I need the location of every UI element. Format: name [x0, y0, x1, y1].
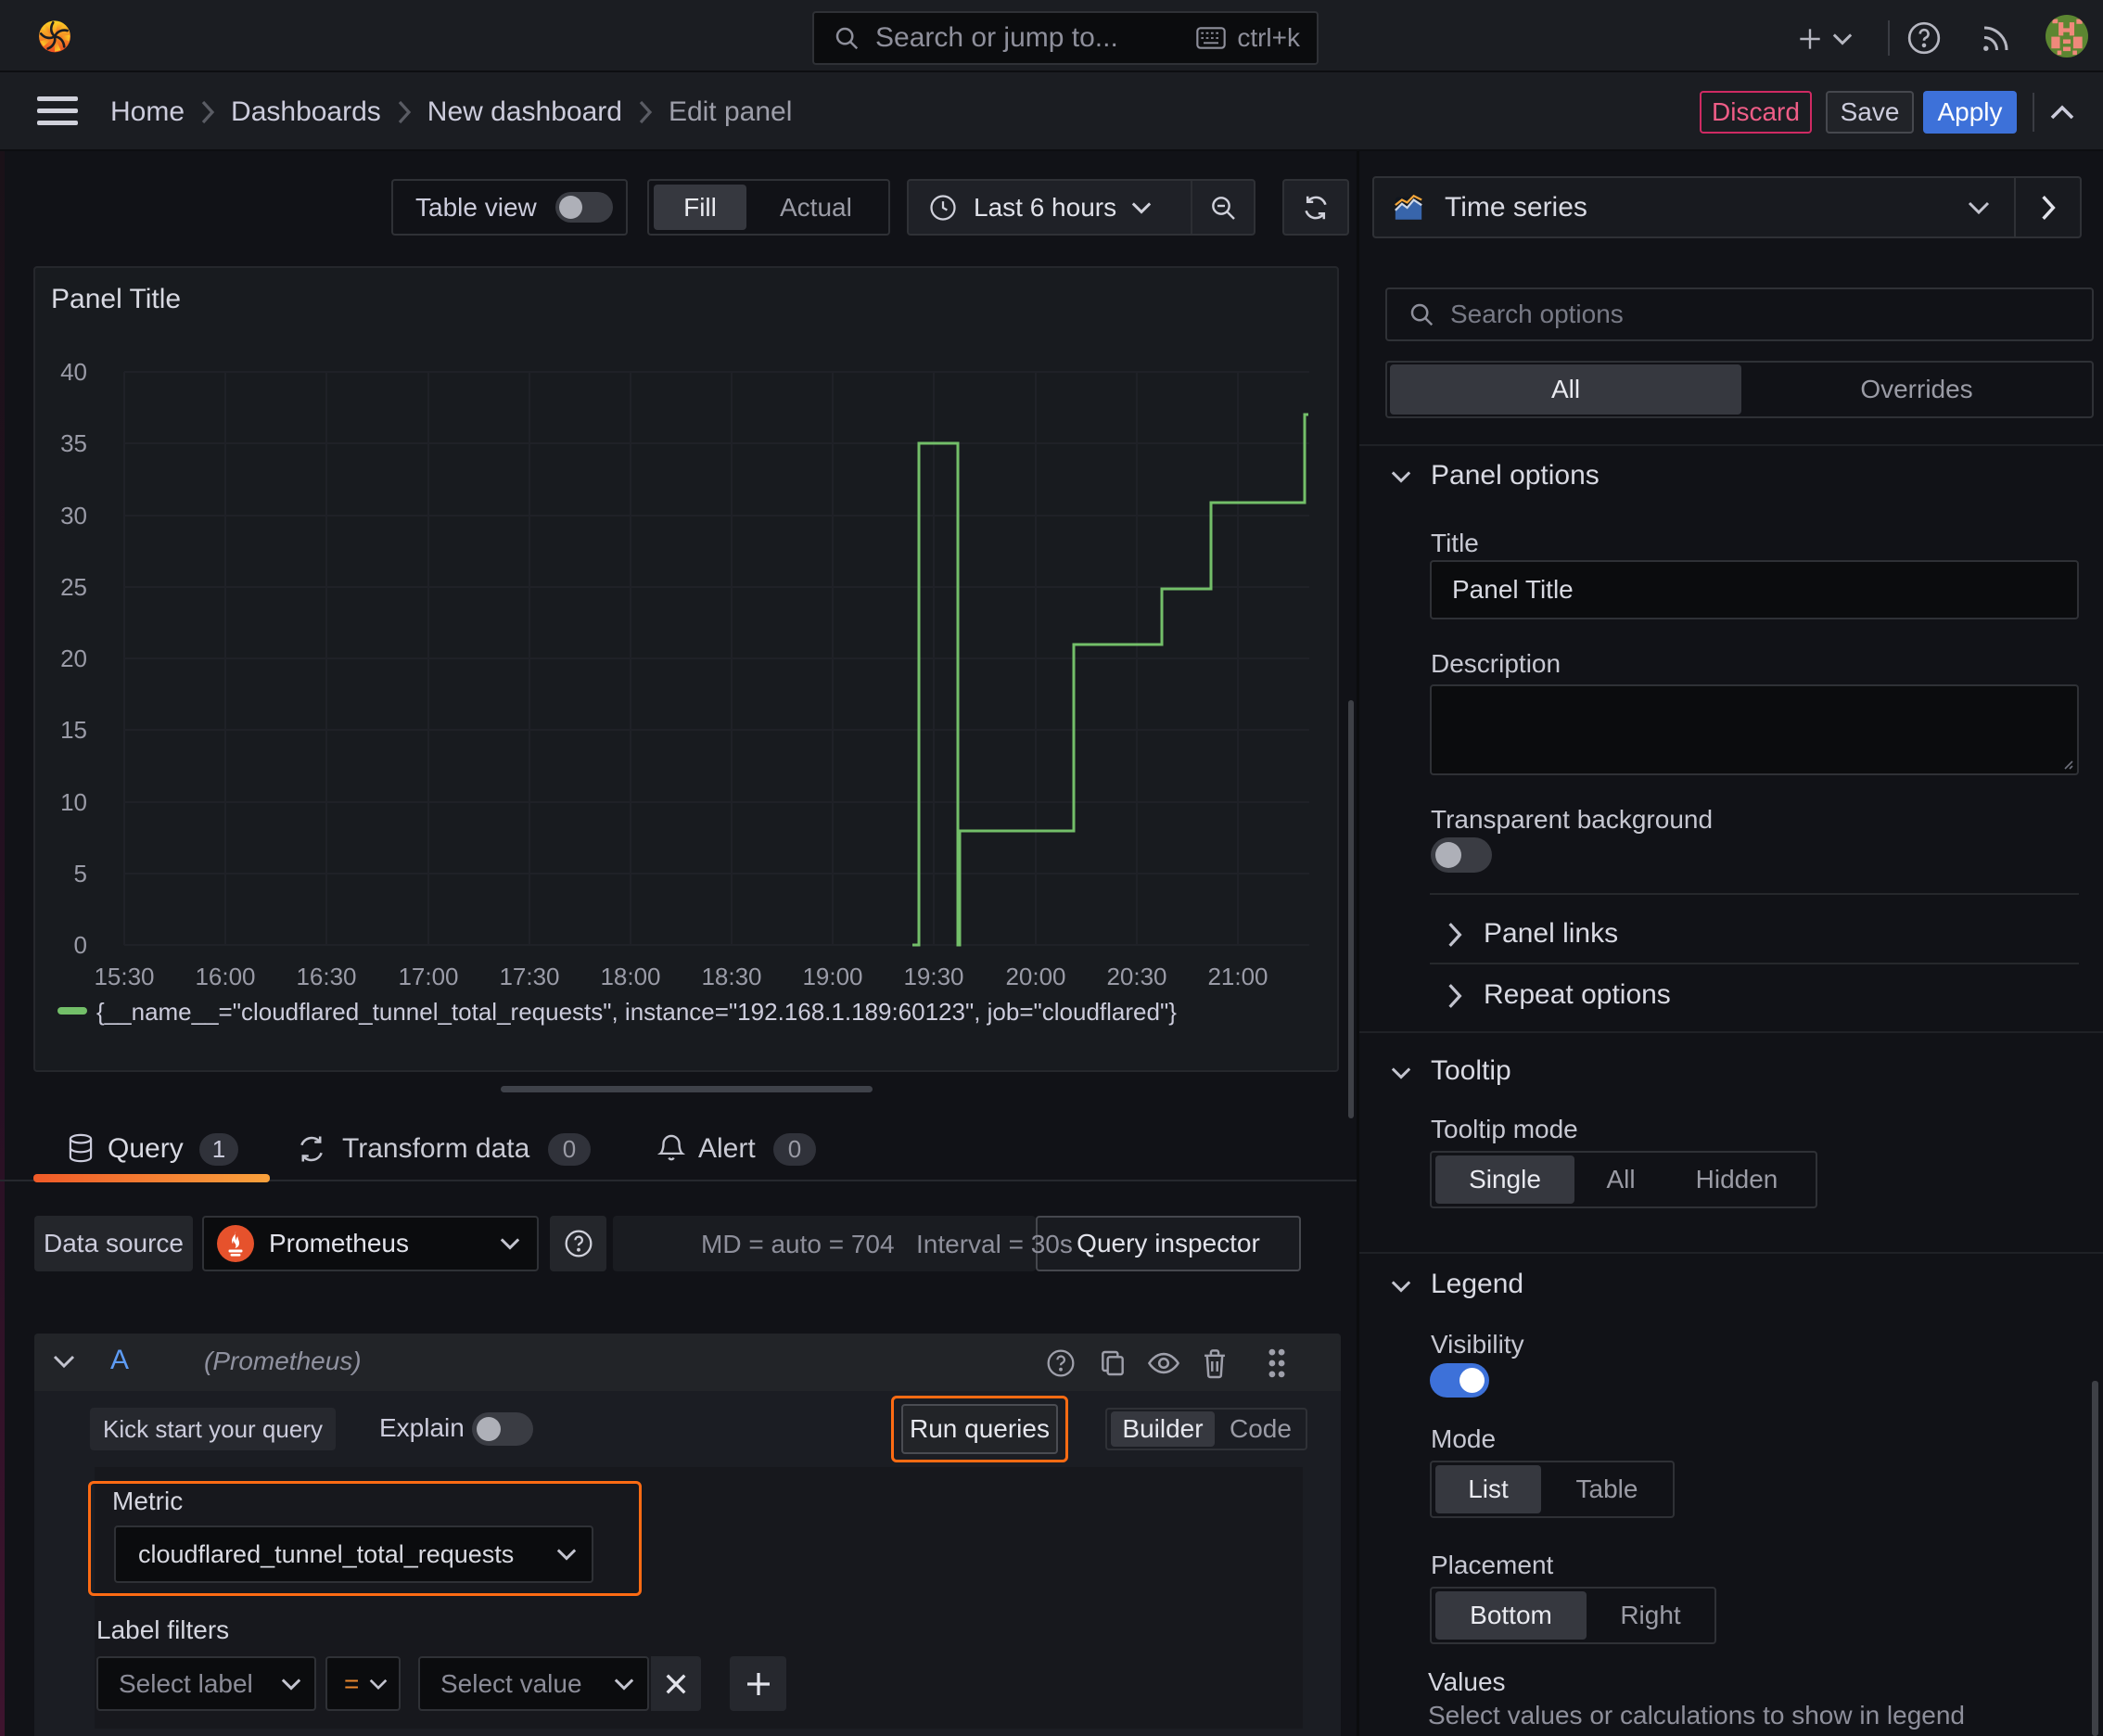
svg-text:30: 30	[60, 502, 87, 530]
svg-text:19:30: 19:30	[903, 963, 963, 990]
svg-text:0: 0	[74, 931, 87, 959]
svg-text:17:00: 17:00	[398, 963, 458, 990]
svg-text:25: 25	[60, 573, 87, 601]
svg-text:5: 5	[74, 860, 87, 887]
svg-text:20: 20	[60, 645, 87, 672]
svg-text:40: 40	[60, 358, 87, 386]
svg-text:20:00: 20:00	[1005, 963, 1065, 990]
svg-text:16:00: 16:00	[195, 963, 255, 990]
svg-text:20:30: 20:30	[1106, 963, 1166, 990]
svg-text:15: 15	[60, 716, 87, 744]
svg-text:19:00: 19:00	[802, 963, 862, 990]
svg-text:18:30: 18:30	[701, 963, 761, 990]
svg-text:35: 35	[60, 429, 87, 457]
svg-text:18:00: 18:00	[600, 963, 660, 990]
svg-text:10: 10	[60, 788, 87, 816]
svg-text:17:30: 17:30	[499, 963, 559, 990]
svg-text:15:30: 15:30	[94, 963, 154, 990]
svg-text:21:00: 21:00	[1207, 963, 1268, 990]
svg-text:16:30: 16:30	[296, 963, 356, 990]
